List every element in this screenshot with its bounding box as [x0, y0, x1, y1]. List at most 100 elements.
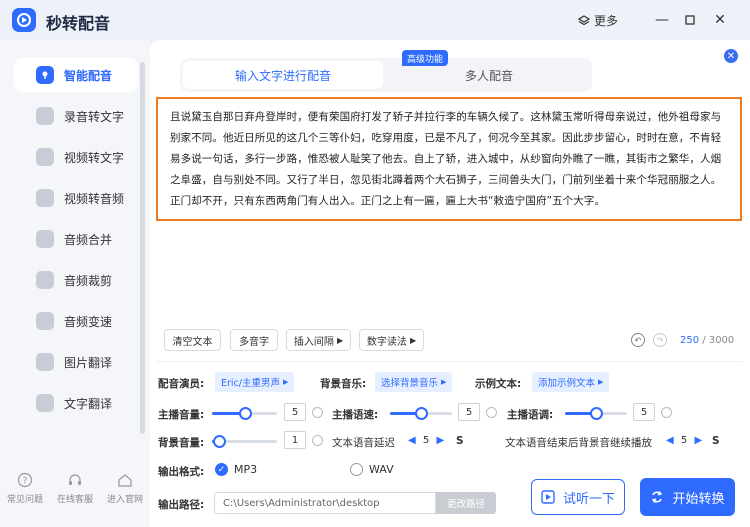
char-counter: 250 / 3000 — [680, 335, 734, 346]
sidebar-item-image-translate[interactable]: 图片翻译 — [14, 345, 138, 379]
sidebar-item-label: 视频转文字 — [64, 150, 125, 165]
sidebar-item-text-translate[interactable]: 文字翻译 — [14, 386, 138, 420]
sidebar-scrollbar[interactable] — [140, 62, 145, 434]
app-logo-icon — [12, 8, 36, 32]
faq-link[interactable]: ? 常见问题 — [0, 472, 50, 505]
sidebar-item-audio-merge[interactable]: 音频合并 — [14, 222, 138, 256]
scissors-icon — [36, 271, 54, 289]
output-path-field[interactable]: C:\Users\Administrator\desktop — [214, 492, 436, 514]
sidebar: 智能配音 录音转文字 视频转文字 视频转音频 音频合并 音频裁剪 音频变速 图片… — [0, 40, 150, 527]
volume-reset-icon[interactable] — [312, 407, 323, 418]
sidebar-item-audio-speed[interactable]: 音频变速 — [14, 304, 138, 338]
sidebar-item-smart-dubbing[interactable]: 智能配音 — [14, 58, 138, 92]
start-convert-button[interactable]: 开始转换 — [640, 478, 735, 516]
more-menu[interactable]: 更多 — [578, 12, 618, 29]
caret-right-icon: ▶ — [441, 378, 447, 386]
bg-volume-input[interactable]: 1 — [284, 431, 306, 449]
delay-label: 文本语音延迟 — [332, 437, 395, 449]
caret-right-icon: ▶ — [337, 335, 344, 345]
text-content[interactable]: 且说黛玉自那日弃舟登岸时，便有荣国府打发了轿子并拉行李的车辆久候了。这林黛玉常听… — [170, 107, 728, 212]
voice-select[interactable]: Eric/主重男声 ▶ — [215, 372, 295, 392]
path-label: 输出路径: — [158, 499, 205, 511]
text-input-area[interactable]: 且说黛玉自那日弃舟登岸时，便有荣国府打发了轿子并拉行李的车辆久候了。这林黛玉常听… — [156, 97, 742, 221]
tone-slider-knob[interactable] — [590, 407, 603, 420]
sidebar-item-label: 音频变速 — [64, 314, 113, 329]
app-title: 秒转配音 — [46, 14, 111, 33]
continue-unit: S — [712, 435, 720, 447]
home-icon — [118, 474, 132, 487]
bg-volume-label: 背景音量: — [158, 437, 205, 449]
bg-volume-slider[interactable] — [212, 435, 277, 448]
sample-label: 示例文本: — [475, 378, 522, 390]
redo-icon[interactable]: ↷ — [653, 333, 667, 347]
tab-text-dubbing[interactable]: 输入文字进行配音 — [183, 61, 383, 89]
start-convert-label: 开始转换 — [672, 491, 725, 507]
volume-input[interactable]: 5 — [284, 403, 306, 421]
sidebar-item-record-to-text[interactable]: 录音转文字 — [14, 99, 138, 133]
delay-stepper[interactable]: ◀ 5 ▶ — [408, 435, 444, 446]
number-read-button[interactable]: 数字读法 ▶ — [359, 329, 424, 351]
speed-slider[interactable] — [390, 407, 452, 420]
main-panel: 输入文字进行配音 多人配音 高级功能 ✕ 且说黛玉自那日弃舟登岸时，便有荣国府打… — [150, 40, 750, 527]
divider — [156, 361, 742, 362]
clear-text-button[interactable]: 清空文本 — [164, 329, 221, 351]
speed-reset-icon[interactable] — [486, 407, 497, 418]
delay-value: 5 — [422, 435, 430, 446]
sidebar-item-label: 文字翻译 — [64, 396, 113, 411]
sidebar-item-label: 图片翻译 — [64, 355, 113, 370]
continue-stepper[interactable]: ◀ 5 ▶ — [666, 435, 702, 446]
caret-right-icon: ▶ — [283, 378, 289, 386]
tone-input[interactable]: 5 — [633, 403, 655, 421]
title-bar: 秒转配音 更多 — ✕ — [0, 0, 750, 40]
sidebar-item-audio-cut[interactable]: 音频裁剪 — [14, 263, 138, 297]
tone-reset-icon[interactable] — [661, 407, 672, 418]
speed-slider-knob[interactable] — [415, 407, 428, 420]
official-site-label: 进入官网 — [106, 495, 143, 505]
bg-volume-reset-icon[interactable] — [312, 435, 323, 446]
volume-slider[interactable] — [212, 407, 277, 420]
minimize-icon[interactable]: — — [652, 10, 672, 30]
svg-text:?: ? — [23, 477, 28, 487]
close-window-icon[interactable]: ✕ — [710, 10, 730, 30]
sidebar-item-label: 音频裁剪 — [64, 273, 113, 288]
tone-label: 主播语调: — [507, 409, 554, 421]
bg-volume-slider-knob[interactable] — [213, 435, 226, 448]
online-service-link[interactable]: 在线客服 — [50, 472, 100, 505]
polyphone-button[interactable]: 多音字 — [230, 329, 278, 351]
chevron-left-icon[interactable]: ◀ — [408, 435, 416, 446]
wav-radio[interactable] — [350, 463, 363, 476]
maximize-icon[interactable] — [680, 10, 700, 30]
tone-slider[interactable] — [565, 407, 627, 420]
speed-input[interactable]: 5 — [458, 403, 480, 421]
listen-button[interactable]: 试听一下 — [531, 479, 625, 515]
volume-slider-knob[interactable] — [239, 407, 252, 420]
continue-value: 5 — [680, 435, 688, 446]
tab-bar: 输入文字进行配音 多人配音 — [180, 58, 592, 92]
change-path-button[interactable]: 更改路径 — [436, 492, 496, 514]
sidebar-item-label: 录音转文字 — [64, 109, 125, 124]
chevron-right-icon[interactable]: ▶ — [694, 435, 702, 446]
speed-label: 主播语速: — [332, 409, 379, 421]
insert-pause-button[interactable]: 插入间隔 ▶ — [286, 329, 351, 351]
sidebar-item-label: 视频转音频 — [64, 191, 125, 206]
char-count-total: / 3000 — [702, 335, 735, 346]
format-label: 输出格式: — [158, 466, 205, 478]
insert-pause-label: 插入间隔 — [293, 336, 334, 348]
voice-value: Eric/主重男声 — [221, 378, 280, 389]
sidebar-item-video-to-text[interactable]: 视频转文字 — [14, 140, 138, 174]
chevron-right-icon[interactable]: ▶ — [436, 435, 444, 446]
bgm-select[interactable]: 选择背景音乐 ▶ — [375, 372, 453, 392]
more-label: 更多 — [594, 14, 619, 28]
official-site-link[interactable]: 进入官网 — [100, 472, 150, 505]
online-service-label: 在线客服 — [56, 495, 93, 505]
mp3-radio[interactable]: ✓ — [215, 463, 228, 476]
sample-select[interactable]: 添加示例文本 ▶ — [532, 372, 610, 392]
close-panel-icon[interactable]: ✕ — [724, 49, 738, 63]
bgm-value: 选择背景音乐 — [381, 378, 439, 389]
undo-icon[interactable]: ↶ — [631, 333, 645, 347]
number-read-label: 数字读法 — [366, 336, 407, 348]
sidebar-item-video-to-audio[interactable]: 视频转音频 — [14, 181, 138, 215]
continue-label: 文本语音结束后背景音继续播放 — [505, 437, 652, 449]
chevron-left-icon[interactable]: ◀ — [666, 435, 674, 446]
mp3-label: MP3 — [234, 463, 258, 476]
